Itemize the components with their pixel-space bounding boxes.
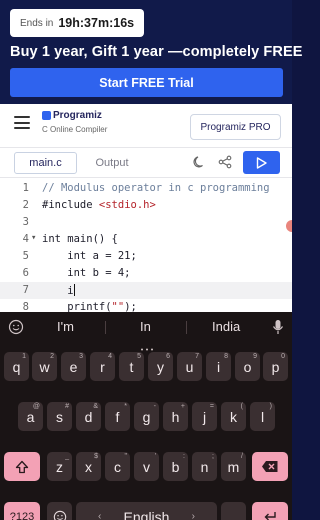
key-n[interactable]: n; (192, 452, 217, 481)
key-j[interactable]: j = (192, 402, 217, 431)
tab-main-c[interactable]: main.c (14, 152, 77, 174)
emoji-key-icon (53, 510, 66, 520)
app-header: Programiz C Online Compiler Programiz PR… (0, 104, 292, 148)
key-g[interactable]: g- (134, 402, 159, 431)
promo-banner: Ends in 19h:37m:16s Buy 1 year, Gift 1 y… (0, 0, 302, 104)
enter-key[interactable] (252, 502, 288, 520)
line-number: 4 (22, 233, 29, 245)
key-c[interactable]: c " (105, 452, 130, 481)
code-text: #include <stdio.h> (42, 199, 156, 211)
key-z[interactable]: z _ (47, 452, 72, 481)
suggestion-bar: I'm In India (0, 312, 292, 351)
suggestion-2[interactable]: In (140, 319, 151, 334)
suggestion-indicator-icon (140, 338, 154, 351)
on-screen-keyboard: I'm In India q1 w2 e3 r4 t5 y6 u7 i8 o9 … (0, 312, 292, 520)
line-number: 1 (22, 182, 29, 194)
programiz-mark-icon (42, 111, 51, 120)
key-f[interactable]: f * (105, 402, 130, 431)
line-number: 7 (22, 284, 29, 296)
space-key[interactable]: ‹ English › (76, 502, 217, 520)
space-next-arrow-icon: › (191, 511, 195, 520)
space-prev-arrow-icon: ‹ (98, 511, 102, 520)
hamburger-menu-icon[interactable] (14, 116, 30, 130)
shift-arrow-icon (15, 460, 29, 473)
key-x[interactable]: x $ (76, 452, 101, 481)
editor-toolbar: main.c Output (0, 148, 292, 178)
code-line[interactable]: 3 (0, 214, 292, 231)
emoji-key[interactable] (47, 502, 72, 520)
key-t[interactable]: t5 (119, 352, 144, 381)
line-number: 5 (22, 250, 29, 262)
key-b[interactable]: b: (163, 452, 188, 481)
backspace-key[interactable] (252, 452, 288, 481)
suggestion-1[interactable]: I'm (57, 319, 74, 334)
promo-headline: Buy 1 year, Gift 1 year —completely FREE (10, 44, 303, 60)
key-l[interactable]: l) (250, 402, 275, 431)
key-a[interactable]: a @ (18, 402, 43, 431)
symbols-key[interactable]: ?123 (4, 502, 40, 520)
key-h[interactable]: h + (163, 402, 188, 431)
code-line[interactable]: 1 // Modulus operator in c programming (0, 180, 292, 197)
countdown-timer: Ends in 19h:37m:16s (10, 9, 145, 37)
programiz-pro-button[interactable]: Programiz PRO (190, 114, 281, 140)
key-k[interactable]: k( (221, 402, 246, 431)
divider (186, 321, 187, 334)
key-i[interactable]: i8 (206, 352, 231, 381)
divider (105, 321, 106, 334)
start-trial-button[interactable]: Start FREE Trial (10, 68, 283, 97)
play-icon (256, 156, 267, 169)
tab-output[interactable]: Output (82, 152, 142, 174)
scroll-handle[interactable] (286, 220, 292, 232)
key-p[interactable]: p0 (263, 352, 288, 381)
key-d[interactable]: d & (76, 402, 101, 431)
key-m[interactable]: m / (221, 452, 246, 481)
key-r[interactable]: r4 (90, 352, 115, 381)
key-e[interactable]: e3 (61, 352, 86, 381)
timer-value: 19h:37m:16s (58, 16, 135, 30)
compiler-subtitle: C Online Compiler (42, 125, 108, 134)
code-text: i (42, 284, 75, 297)
code-text: int main() { (42, 233, 118, 245)
code-line[interactable]: 5 int a = 21; (0, 248, 292, 265)
line-number: 2 (22, 199, 29, 211)
key-s[interactable]: s # (47, 402, 72, 431)
code-editor[interactable]: 1 // Modulus operator in c programming 2… (0, 178, 292, 312)
key-q[interactable]: q1 (4, 352, 29, 381)
text-caret (73, 284, 75, 296)
key-w[interactable]: w2 (32, 352, 57, 381)
microphone-icon[interactable] (272, 319, 284, 335)
code-line[interactable]: 2 #include <stdio.h> (0, 197, 292, 214)
key-y[interactable]: y6 (148, 352, 173, 381)
code-line[interactable]: 6 int b = 4; (0, 265, 292, 282)
key-o[interactable]: o9 (235, 352, 260, 381)
line-number: 3 (22, 216, 29, 228)
code-text: // Modulus operator in c programming (42, 182, 270, 194)
programiz-logo[interactable]: Programiz C Online Compiler (42, 110, 107, 134)
space-language-label: English (123, 508, 170, 520)
shift-key[interactable] (4, 452, 40, 481)
code-line[interactable]: 4 ▾ int main() { (0, 231, 292, 248)
emoji-icon[interactable] (8, 319, 24, 335)
line-number: 8 (22, 301, 29, 312)
backspace-icon (262, 461, 278, 472)
period-key[interactable]: . (221, 502, 246, 520)
code-text: int b = 4; (42, 267, 131, 279)
dark-mode-icon[interactable] (193, 155, 207, 169)
brand-name: Programiz (53, 110, 102, 121)
code-text: int a = 21; (42, 250, 137, 262)
code-text: printf(""); (42, 301, 137, 312)
key-v[interactable]: v ' (134, 452, 159, 481)
key-u[interactable]: u7 (177, 352, 202, 381)
suggestion-3[interactable]: India (212, 319, 240, 334)
timer-label: Ends in (20, 17, 54, 29)
enter-icon (264, 511, 276, 520)
share-icon[interactable] (218, 155, 232, 169)
line-number: 6 (22, 267, 29, 279)
code-line[interactable]: 8 printf(""); (0, 299, 292, 312)
run-button[interactable] (243, 151, 280, 174)
fold-arrow-icon[interactable]: ▾ (31, 233, 36, 243)
code-line-active[interactable]: 7 i (0, 282, 292, 299)
